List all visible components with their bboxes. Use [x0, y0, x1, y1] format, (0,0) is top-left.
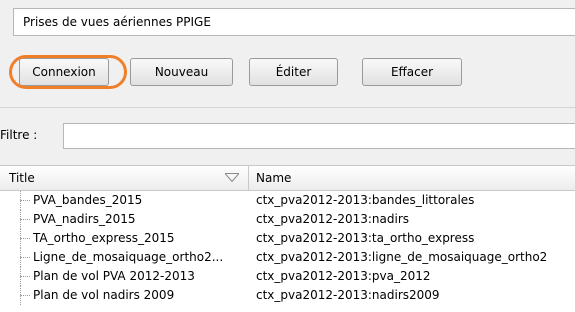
editer-button[interactable]: Éditer [249, 58, 338, 86]
table-row[interactable]: Plan de vol PVA 2012-2013 ctx_pva2012-201… [0, 267, 575, 286]
cell-title: PVA_bandes_2015 [33, 193, 143, 207]
sort-indicator-icon [225, 173, 239, 182]
column-header-name[interactable]: Name [250, 166, 575, 190]
divider [0, 107, 575, 108]
connexion-button[interactable]: Connexion [19, 58, 109, 86]
nouveau-button[interactable]: Nouveau [130, 58, 233, 86]
table-row[interactable]: PVA_nadirs_2015 ctx_pva2012-2013:nadirs [0, 210, 575, 229]
cell-title: Ligne_de_mosaiquage_ortho2... [33, 250, 224, 264]
tree-connector [20, 229, 32, 248]
cell-name: ctx_pva2012-2013:ligne_de_mosaiquage_ort… [256, 250, 548, 264]
layer-select[interactable]: Prises de vues aériennes PPIGE [13, 8, 575, 36]
table-row[interactable]: Plan de vol nadirs 2009 ctx_pva2012-2013:… [0, 286, 575, 305]
tree-connector [20, 267, 32, 286]
table-row[interactable]: Ligne_de_mosaiquage_ortho2... ctx_pva2012… [0, 248, 575, 267]
table-body: PVA_bandes_2015 ctx_pva2012-2013:bandes_l… [0, 191, 575, 305]
filter-input[interactable] [63, 123, 575, 149]
column-header-title-label: Title [9, 171, 35, 185]
column-header-name-label: Name [256, 171, 292, 185]
layers-table: Title Name PVA_bandes_2015 ctx_pva2012-20… [0, 165, 575, 312]
tree-connector [20, 286, 32, 305]
tree-connector [20, 210, 32, 229]
tree-connector [20, 248, 32, 267]
layer-select-value: Prises de vues aériennes PPIGE [23, 15, 211, 29]
cell-name: ctx_pva2012-2013:ta_ortho_express [256, 231, 475, 245]
effacer-button[interactable]: Effacer [362, 58, 462, 86]
table-row[interactable]: PVA_bandes_2015 ctx_pva2012-2013:bandes_l… [0, 191, 575, 210]
cell-name: ctx_pva2012-2013:nadirs [256, 212, 410, 226]
filter-label: Filtre : [0, 128, 38, 142]
column-header-title[interactable]: Title [0, 166, 249, 190]
cell-title: TA_ortho_express_2015 [33, 231, 175, 245]
cell-name: ctx_pva2012-2013:pva_2012 [256, 269, 431, 283]
table-header: Title Name [0, 166, 575, 191]
cell-title: PVA_nadirs_2015 [33, 212, 136, 226]
cell-title: Plan de vol PVA 2012-2013 [33, 269, 195, 283]
cell-name: ctx_pva2012-2013:nadirs2009 [256, 288, 440, 302]
tree-connector [20, 191, 32, 210]
cell-name: ctx_pva2012-2013:bandes_littorales [256, 193, 475, 207]
cell-title: Plan de vol nadirs 2009 [33, 288, 175, 302]
table-row[interactable]: TA_ortho_express_2015 ctx_pva2012-2013:ta… [0, 229, 575, 248]
